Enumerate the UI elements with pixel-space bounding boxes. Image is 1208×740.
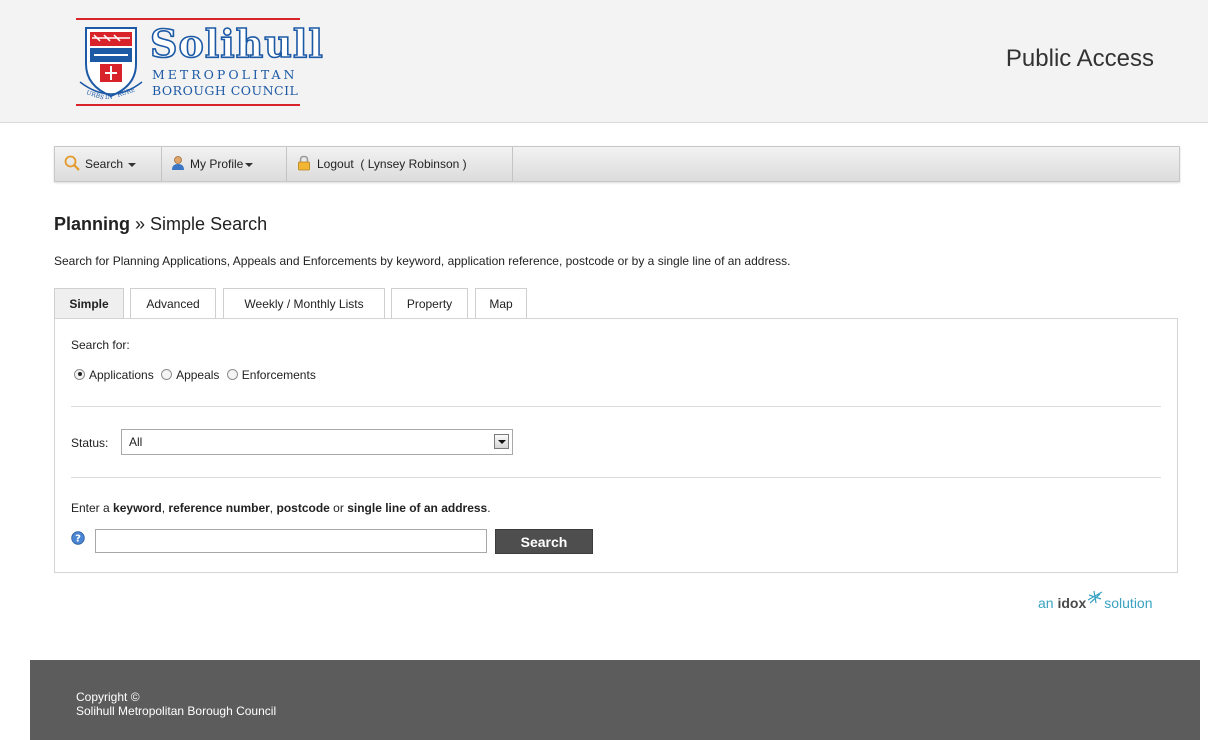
- user-icon: [172, 156, 184, 171]
- dropdown-arrow-icon[interactable]: [494, 434, 509, 449]
- main-navbar: Search My Profile Logout ( Lynsey Robins…: [54, 146, 1180, 182]
- instr-reference: reference number: [168, 501, 270, 515]
- idox-wordmark: idox: [1057, 595, 1087, 611]
- chevron-down-icon: [245, 162, 254, 167]
- tab-simple[interactable]: Simple: [54, 288, 124, 318]
- status-label: Status:: [71, 436, 109, 450]
- nav-search-menu[interactable]: Search: [55, 147, 162, 181]
- help-icon[interactable]: ?: [71, 531, 85, 545]
- breadcrumb-separator: »: [135, 214, 146, 234]
- footer-org-line: Solihull Metropolitan Borough Council: [76, 704, 277, 718]
- search-button[interactable]: Search: [495, 529, 593, 554]
- search-for-label: Search for:: [71, 338, 130, 352]
- instr-keyword: keyword: [113, 501, 162, 515]
- page-title-section: Planning: [54, 214, 130, 234]
- council-logo[interactable]: URBS IN RURE Solihull METROPOLITAN BOROU…: [76, 18, 324, 106]
- radio-applications[interactable]: [74, 368, 85, 380]
- nav-user-name: ( Lynsey Robinson ): [360, 157, 467, 171]
- nav-search-label: Search: [85, 157, 124, 171]
- logo-bottom-rule: [76, 104, 300, 106]
- logo-top-rule: [76, 18, 300, 20]
- instr-end: .: [487, 501, 491, 515]
- tab-advanced[interactable]: Advanced: [130, 288, 216, 318]
- instr-address: single line of an address: [347, 501, 488, 515]
- nav-profile-menu[interactable]: My Profile: [162, 147, 287, 181]
- idox-star-icon: [1087, 590, 1103, 604]
- idox-solution: solution: [1104, 595, 1153, 611]
- magnifier-icon: [64, 155, 80, 172]
- radio-enforcements-label[interactable]: Enforcements: [242, 368, 316, 382]
- svg-text:IN: IN: [105, 94, 113, 100]
- idox-an: an: [1038, 595, 1054, 611]
- keyword-search-input[interactable]: [95, 529, 487, 553]
- simple-search-panel: Search for: Applications Appeals Enforce…: [54, 318, 1178, 573]
- logo-subtitle-2: BOROUGH COUNCIL: [152, 83, 299, 98]
- divider: [71, 406, 1161, 407]
- radio-applications-label[interactable]: Applications: [89, 368, 154, 382]
- status-select[interactable]: All: [121, 429, 513, 455]
- search-type-radio-group: Applications Appeals Enforcements: [74, 367, 320, 383]
- crest-icon: URBS IN RURE: [79, 27, 143, 100]
- page-title: Planning » Simple Search: [54, 214, 267, 235]
- chevron-down-icon: [128, 162, 137, 167]
- instr-prefix: Enter a: [71, 501, 110, 515]
- site-header: URBS IN RURE Solihull METROPOLITAN BOROU…: [0, 0, 1208, 123]
- logo-subtitle-1: METROPOLITAN: [152, 67, 298, 82]
- instr-sep: ,: [269, 501, 274, 515]
- site-footer: Copyright © Solihull Metropolitan Boroug…: [30, 660, 1200, 740]
- radio-enforcements[interactable]: [226, 368, 238, 380]
- nav-logout[interactable]: Logout ( Lynsey Robinson ): [287, 147, 513, 181]
- nav-logout-label: Logout: [317, 157, 354, 171]
- status-select-value: All: [129, 435, 143, 449]
- instr-sep: ,: [161, 501, 166, 515]
- idox-branding[interactable]: an idox solution: [1038, 590, 1153, 611]
- page-title-sub: Simple Search: [150, 214, 268, 234]
- logo-wordmark: Solihull: [149, 21, 324, 66]
- tab-weekly-monthly-lists[interactable]: Weekly / Monthly Lists: [223, 288, 385, 318]
- padlock-icon: [298, 156, 310, 171]
- radio-appeals[interactable]: [161, 368, 173, 380]
- radio-appeals-label[interactable]: Appeals: [176, 368, 219, 382]
- svg-text:?: ?: [75, 534, 81, 545]
- search-instructions: Enter a keyword, reference number, postc…: [71, 501, 491, 515]
- footer-copyright-line: Copyright ©: [76, 690, 140, 704]
- tab-map[interactable]: Map: [475, 288, 527, 318]
- site-title: Public Access: [1005, 45, 1154, 72]
- footer-copyright: Copyright © Solihull Metropolitan Boroug…: [76, 690, 276, 718]
- divider: [71, 477, 1161, 478]
- nav-profile-label: My Profile: [190, 157, 244, 171]
- instr-postcode: postcode: [276, 501, 330, 515]
- instr-or: or: [333, 501, 344, 515]
- page-description: Search for Planning Applications, Appeal…: [54, 254, 791, 268]
- tab-property[interactable]: Property: [391, 288, 468, 318]
